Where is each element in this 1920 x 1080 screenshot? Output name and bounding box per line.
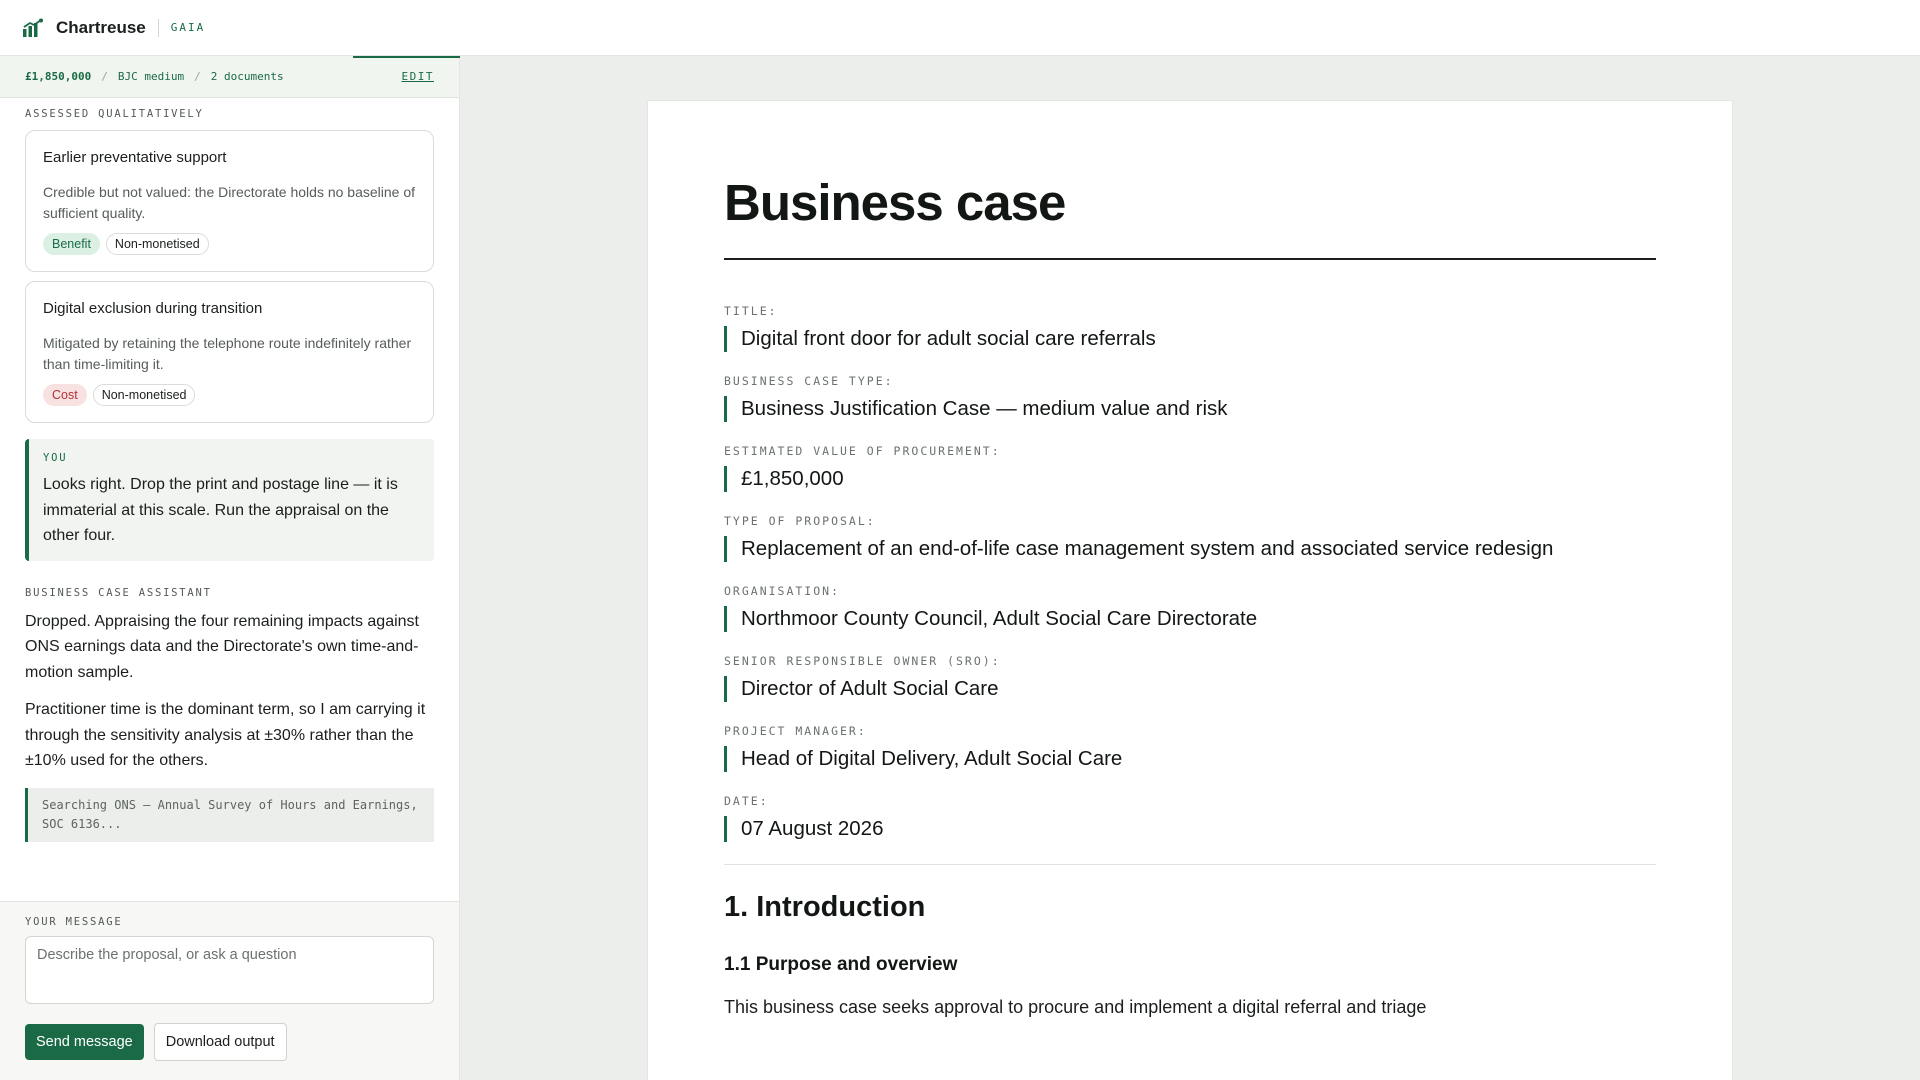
send-message-button[interactable]: Send message — [25, 1024, 144, 1060]
doc-field: DATE: 07 August 2026 — [724, 794, 1656, 842]
user-message: YOU Looks right. Drop the print and post… — [25, 439, 434, 561]
conversation-panel[interactable]: ASSESSED QUALITATIVELY Earlier preventat… — [0, 108, 459, 842]
brand-tag: GAIA — [170, 21, 206, 34]
edit-link[interactable]: EDIT — [402, 70, 435, 83]
document-page[interactable]: Business case TITLE: Digital front door … — [647, 100, 1733, 1080]
field-value: Head of Digital Delivery, Adult Social C… — [724, 746, 1656, 772]
case-summary-bar: £1,850,000 / BJC medium / 2 documents ED… — [0, 56, 460, 98]
subsection-heading: 1.1 Purpose and overview — [724, 954, 958, 975]
search-status: Searching ONS — Annual Survey of Hours a… — [25, 787, 434, 842]
field-label: ESTIMATED VALUE OF PROCUREMENT: — [724, 444, 1001, 458]
app-name: Chartreuse — [56, 17, 146, 37]
field-label: BUSINESS CASE TYPE: — [724, 374, 894, 388]
summary-documents: 2 documents — [210, 70, 284, 83]
message-label: YOUR MESSAGE — [25, 916, 123, 928]
impact-card-title: Digital exclusion during transition — [43, 300, 263, 317]
bar-chart-logo-icon — [23, 18, 43, 37]
cost-tag: Cost — [43, 384, 87, 406]
active-indicator — [353, 56, 460, 58]
impact-card-description: Mitigated by retaining the telephone rou… — [43, 335, 412, 372]
message-composer: YOUR MESSAGE Send message Download outpu… — [0, 901, 459, 1080]
document-title: Business case — [724, 174, 1066, 231]
doc-field: TITLE: Digital front door for adult soci… — [724, 304, 1656, 352]
impact-card-description: Credible but not valued: the Directorate… — [43, 184, 416, 221]
brand-divider — [157, 18, 159, 37]
message-input[interactable] — [25, 936, 434, 1004]
non-monetised-tag: Non-monetised — [105, 233, 209, 255]
sidebar: £1,850,000 / BJC medium / 2 documents ED… — [0, 56, 460, 1080]
section-label: ASSESSED QUALITATIVELY — [25, 108, 204, 120]
field-value: 07 August 2026 — [724, 816, 1656, 842]
doc-field: BUSINESS CASE TYPE: Business Justificati… — [724, 374, 1656, 422]
assistant-message-text: Practitioner time is the dominant term, … — [25, 701, 426, 769]
field-value: Northmoor County Council, Adult Social C… — [724, 606, 1656, 632]
summary-value: £1,850,000 — [25, 70, 92, 83]
field-label: SENIOR RESPONSIBLE OWNER (SRO): — [724, 654, 1001, 668]
field-label: PROJECT MANAGER: — [724, 724, 867, 738]
section-divider — [724, 864, 1656, 865]
summary-separator: / — [194, 70, 201, 83]
benefit-tag: Benefit — [43, 233, 100, 255]
field-label: ORGANISATION: — [724, 584, 841, 598]
user-message-label: YOU — [43, 452, 68, 464]
field-value: Replacement of an end-of-life case manag… — [724, 536, 1656, 562]
impact-card: Earlier preventative support Credible bu… — [25, 130, 434, 272]
summary-separator: / — [101, 70, 108, 83]
title-divider — [724, 258, 1656, 260]
doc-field: ESTIMATED VALUE OF PROCUREMENT: £1,850,0… — [724, 444, 1656, 492]
body-paragraph: This business case seeks approval to pro… — [724, 997, 1427, 1017]
field-label: DATE: — [724, 794, 769, 808]
impact-card-tags: Cost Non-monetised — [43, 384, 416, 406]
download-output-button[interactable]: Download output — [153, 1023, 287, 1061]
impact-card: Digital exclusion during transition Miti… — [25, 281, 434, 423]
assistant-label: BUSINESS CASE ASSISTANT — [25, 586, 212, 599]
doc-field: TYPE OF PROPOSAL: Replacement of an end-… — [724, 514, 1656, 562]
field-label: TITLE: — [724, 304, 778, 318]
doc-field: ORGANISATION: Northmoor County Council, … — [724, 584, 1656, 632]
user-message-text: Looks right. Drop the print and postage … — [43, 476, 398, 544]
field-value: Digital front door for adult social care… — [724, 326, 1656, 352]
doc-field: PROJECT MANAGER: Head of Digital Deliver… — [724, 724, 1656, 772]
assistant-message-text: Dropped. Appraising the four remaining i… — [25, 612, 419, 681]
summary-case-type: BJC medium — [117, 70, 185, 83]
composer-actions: Send message Download output — [25, 1023, 434, 1061]
field-value: Business Justification Case — medium val… — [724, 396, 1656, 422]
impact-card-tags: Benefit Non-monetised — [43, 233, 416, 255]
top-bar: Chartreuse GAIA — [0, 0, 1920, 56]
field-label: TYPE OF PROPOSAL: — [724, 514, 876, 528]
doc-field: SENIOR RESPONSIBLE OWNER (SRO): Director… — [724, 654, 1656, 702]
non-monetised-tag: Non-monetised — [92, 384, 196, 406]
impact-card-title: Earlier preventative support — [43, 149, 227, 166]
section-heading: 1. Introduction — [724, 891, 926, 923]
field-value: Director of Adult Social Care — [724, 676, 1656, 702]
field-value: £1,850,000 — [724, 466, 1656, 492]
